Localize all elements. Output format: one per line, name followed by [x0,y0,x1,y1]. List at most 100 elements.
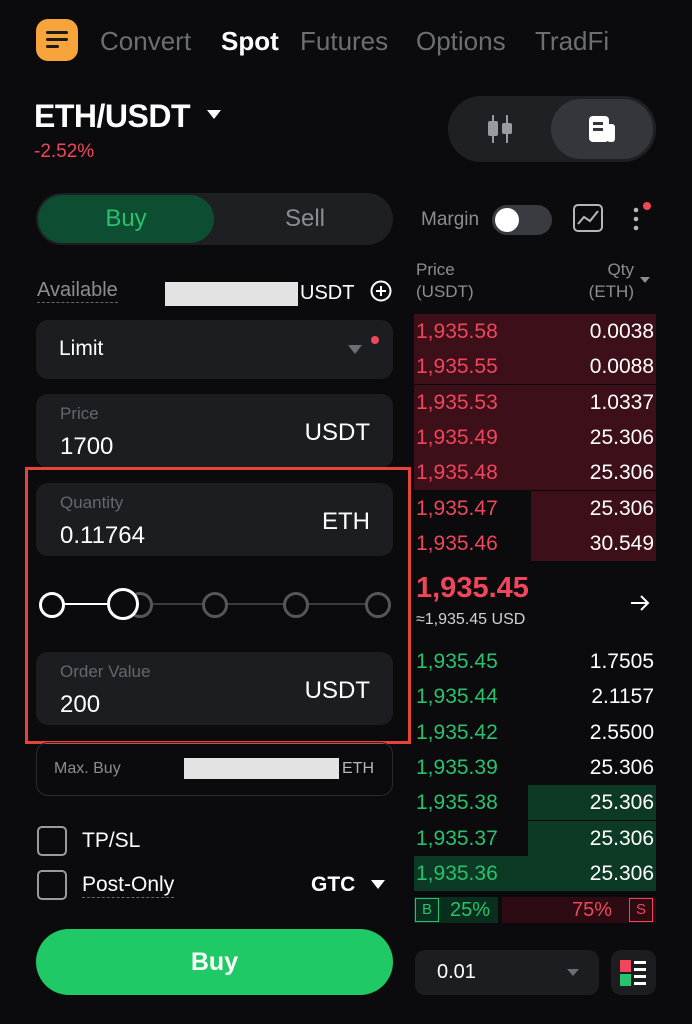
ask-row[interactable]: 1,935.46 30.549 [414,525,656,561]
time-in-force-dropdown-icon[interactable] [371,880,385,889]
order-type-value: Limit [59,337,104,360]
arrow-right-icon[interactable] [628,591,652,615]
app-menu-icon[interactable] [36,19,78,61]
bid-price: 1,935.37 [416,826,498,850]
max-buy-redacted [184,758,339,779]
candlestick-chart-icon[interactable] [484,112,516,146]
bid-row[interactable]: 1,935.42 2.5500 [414,715,656,750]
ask-qty: 25.306 [589,425,654,449]
price-label: Price [60,404,99,423]
orderbook-view-icon[interactable] [587,114,617,144]
mid-price: 1,935.45 [416,572,529,604]
ask-row[interactable]: 1,935.53 1.0337 [414,384,656,420]
bid-row[interactable]: 1,935.37 25.306 [414,820,656,856]
order-type-select[interactable]: Limit [36,320,393,379]
slider-stop-0[interactable] [39,592,65,618]
ask-qty: 0.0038 [589,320,654,343]
post-only-label: Post-Only [82,873,175,898]
bid-price: 1,935.38 [416,791,498,815]
post-only-checkbox[interactable] [37,870,67,900]
precision-value: 0.01 [437,961,476,983]
tab-tradfi[interactable]: TradFi [535,26,609,57]
slider-thumb[interactable] [107,588,139,620]
order-value-label: Order Value [60,662,151,681]
ask-row[interactable]: 1,935.48 25.306 [414,455,656,491]
bid-price: 1,935.42 [416,720,498,744]
ask-price: 1,935.58 [416,320,498,343]
order-value-unit: USDT [304,677,370,704]
bid-qty: 25.306 [589,755,654,779]
margin-toggle[interactable] [492,205,552,235]
ask-price: 1,935.49 [416,425,498,449]
pair-selector[interactable]: ETH/USDT [34,98,191,135]
buy-tab[interactable]: Buy [38,195,214,243]
tab-futures[interactable]: Futures [300,26,388,57]
bid-row[interactable]: 1,935.38 25.306 [414,785,656,821]
slider-stop-100[interactable] [365,592,391,618]
quantity-field[interactable]: Quantity 0.11764 ETH [36,483,393,556]
ask-price: 1,935.48 [416,461,498,485]
quantity-input[interactable]: 0.11764 [60,522,145,550]
tpsl-label: TP/SL [82,829,141,852]
slider-stop-50[interactable] [202,592,228,618]
chart-icon[interactable] [572,203,606,235]
bid-row[interactable]: 1,935.36 25.306 [414,855,656,891]
slider-stop-75[interactable] [283,592,309,618]
orderbook-layout-icon [620,960,646,986]
bid-qty: 25.306 [589,826,654,850]
tpsl-checkbox[interactable] [37,826,67,856]
buy-sell-ratio: B 25% 75% S [414,897,656,923]
order-value-field[interactable]: Order Value 200 USDT [36,652,393,725]
more-options-icon[interactable] [626,198,656,234]
bid-price: 1,935.45 [416,650,498,673]
ask-price: 1,935.55 [416,355,498,379]
price-field[interactable]: Price 1700 USDT [36,394,393,468]
ask-row[interactable]: 1,935.49 25.306 [414,419,656,455]
buy-button[interactable]: Buy [36,929,393,995]
tab-options[interactable]: Options [416,26,506,57]
ask-qty: 30.549 [589,531,654,555]
bid-row[interactable]: 1,935.44 2.1157 [414,679,656,714]
bid-row[interactable]: 1,935.39 25.306 [414,750,656,785]
time-in-force-select[interactable]: GTC [311,873,355,897]
available-label: Available [37,279,118,303]
pair-dropdown-icon[interactable] [207,110,221,119]
view-toggle[interactable] [448,96,656,162]
ask-row[interactable]: 1,935.47 25.306 [414,490,656,526]
buy-ratio-value: 25% [450,899,491,921]
chevron-down-icon [567,969,579,976]
chevron-down-icon [348,345,362,354]
add-funds-icon[interactable] [369,279,393,303]
ask-qty: 25.306 [589,461,654,485]
orderbook-layout-button[interactable] [611,950,656,995]
orderbook-qty-header[interactable]: Qty (ETH) [589,259,634,303]
ask-price: 1,935.47 [416,496,498,520]
buy-sell-toggle[interactable]: Buy Sell [36,193,393,245]
ask-row[interactable]: 1,935.55 0.0088 [414,349,656,385]
order-value-input[interactable]: 200 [60,691,100,719]
tab-convert[interactable]: Convert [100,26,191,57]
sell-tab[interactable]: Sell [217,193,393,245]
available-balance-redacted [165,282,298,306]
qty-unit-dropdown-icon[interactable] [640,277,650,283]
max-buy-row: Max. Buy ETH [36,742,393,796]
ask-qty: 0.0088 [589,355,654,379]
price-input[interactable]: 1700 [60,433,113,461]
sell-ratio-value: 75% [572,899,613,921]
max-buy-label: Max. Buy [54,760,121,777]
quantity-unit: ETH [322,508,370,535]
bid-qty: 1.7505 [589,650,654,673]
pair-symbol: ETH/USDT [34,98,191,134]
bid-row[interactable]: 1,935.45 1.7505 [414,644,656,679]
price-change: -2.52% [34,141,95,162]
precision-select[interactable]: 0.01 [415,950,599,995]
margin-label: Margin [421,209,480,230]
orderbook-price-header: Price (USDT) [416,260,474,301]
ask-row[interactable]: 1,935.58 0.0038 [414,314,656,349]
max-buy-unit: ETH [342,760,374,777]
ask-qty: 1.0337 [589,390,654,414]
tab-spot[interactable]: Spot [221,26,279,57]
ask-price: 1,935.46 [416,531,498,555]
bid-price: 1,935.39 [416,755,498,779]
bid-qty: 25.306 [589,791,654,815]
